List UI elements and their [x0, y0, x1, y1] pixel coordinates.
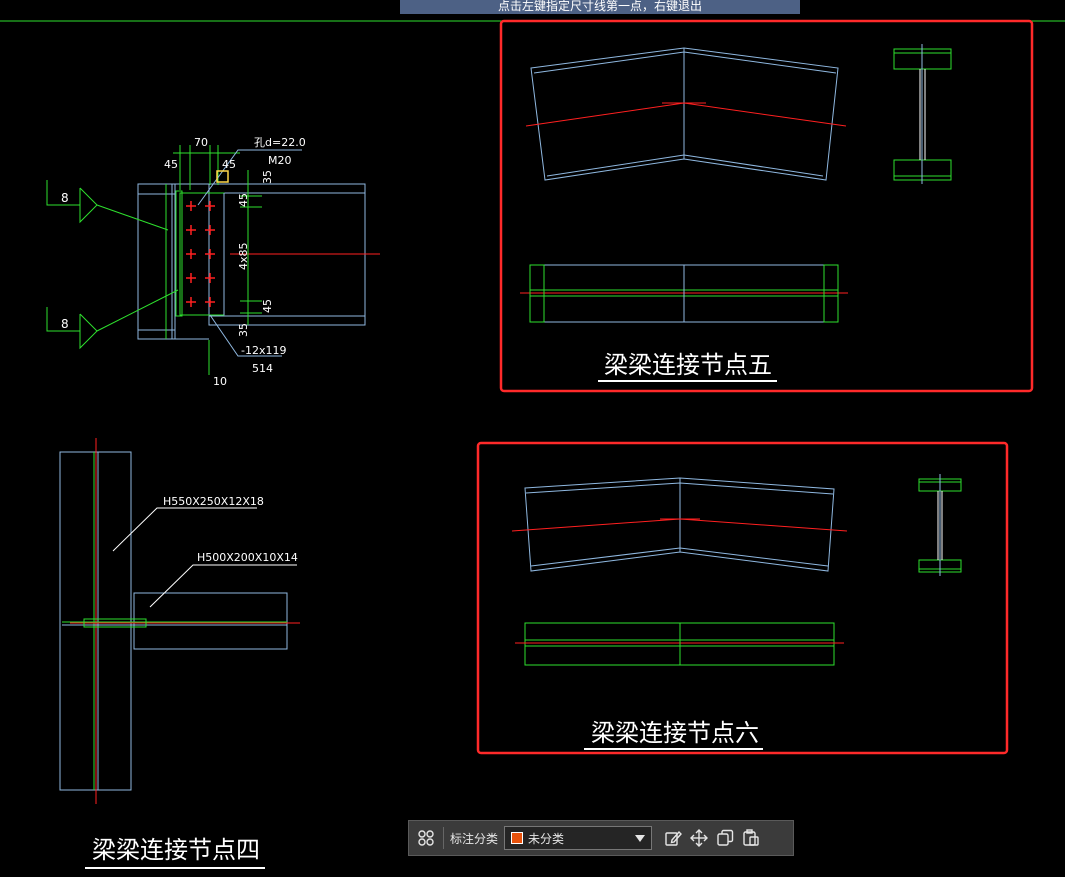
- category-color-swatch: [511, 832, 524, 844]
- dim-45-right: 45: [222, 158, 236, 171]
- dim-4x85: 4x85: [237, 242, 250, 270]
- move-icon[interactable]: [686, 825, 712, 851]
- toolbar-divider: [443, 827, 444, 849]
- leader-column: [112, 507, 257, 552]
- node6-elevation: [511, 477, 848, 572]
- category-label: 标注分类: [450, 831, 499, 846]
- bolt: [205, 249, 215, 259]
- bolt: [205, 225, 215, 235]
- dim-45-lower: 45: [261, 299, 274, 313]
- command-prompt-text: 点击左键指定尺寸线第一点，右键退出: [497, 0, 702, 13]
- dim-35-bottom: 35: [237, 323, 250, 337]
- command-prompt-bar: 点击左键指定尺寸线第一点，右键退出: [400, 0, 800, 14]
- bolt: [186, 297, 196, 307]
- connection-plate-left: [175, 190, 183, 317]
- selection-frame-node5[interactable]: [499, 19, 1034, 393]
- detail-top-left: [46, 145, 380, 375]
- column-outline: [137, 183, 176, 340]
- hole-note: 孔d=22.0: [254, 136, 306, 149]
- selection-frame-node6[interactable]: [476, 441, 1009, 755]
- node6-title: 梁梁连接节点六: [591, 719, 759, 747]
- edit-icon[interactable]: [660, 825, 686, 851]
- node5-plan: [520, 264, 848, 323]
- bolt: [205, 201, 215, 211]
- dim-45-left: 45: [164, 158, 178, 171]
- apps-icon[interactable]: [413, 825, 439, 851]
- dim-70: 70: [194, 136, 208, 149]
- node6-plan: [515, 622, 844, 666]
- node4-title: 梁梁连接节点四: [92, 836, 260, 864]
- bolt-note: M20: [268, 154, 292, 167]
- weld-symbol-upper: 8: [61, 191, 69, 205]
- copy-icon[interactable]: [712, 825, 738, 851]
- bolt: [186, 225, 196, 235]
- detail-top-left-text: 70 45 45 孔d=22.0 M20 35 45 4x85 45 35 -1…: [61, 136, 306, 388]
- dim-45-upper: 45: [237, 193, 250, 207]
- category-select[interactable]: 未分类: [504, 826, 653, 850]
- bolt-pattern: [186, 201, 215, 307]
- node5-title: 梁梁连接节点五: [604, 351, 772, 379]
- detail-bottom-left: [59, 438, 300, 804]
- beam-elevation: [133, 592, 288, 650]
- node5-section: [893, 44, 952, 184]
- node5-elevation: [525, 47, 847, 181]
- node6-section: [918, 474, 962, 576]
- dim-10: 10: [213, 375, 227, 388]
- bolt: [186, 201, 196, 211]
- bolt: [205, 297, 215, 307]
- annotation-toolbar: 标注分类 未分类: [408, 820, 794, 856]
- cad-drawing-canvas[interactable]: 70 45 45 孔d=22.0 M20 35 45 4x85 45 35 -1…: [0, 0, 1065, 877]
- weld-symbol-lower: 8: [61, 317, 69, 331]
- bolt: [186, 273, 196, 283]
- bolt: [186, 249, 196, 259]
- paste-icon[interactable]: [738, 825, 764, 851]
- beam-section-label: H500X200X10X14: [197, 551, 298, 564]
- plate-length: 514: [252, 362, 273, 375]
- leader-beam: [149, 564, 297, 608]
- bolt: [205, 273, 215, 283]
- dim-35-top: 35: [261, 170, 274, 184]
- chevron-down-icon: [635, 834, 646, 842]
- plate-note: -12x119: [241, 344, 286, 357]
- column-section-label: H550X250X12X18: [163, 495, 264, 508]
- category-value: 未分类: [528, 831, 565, 846]
